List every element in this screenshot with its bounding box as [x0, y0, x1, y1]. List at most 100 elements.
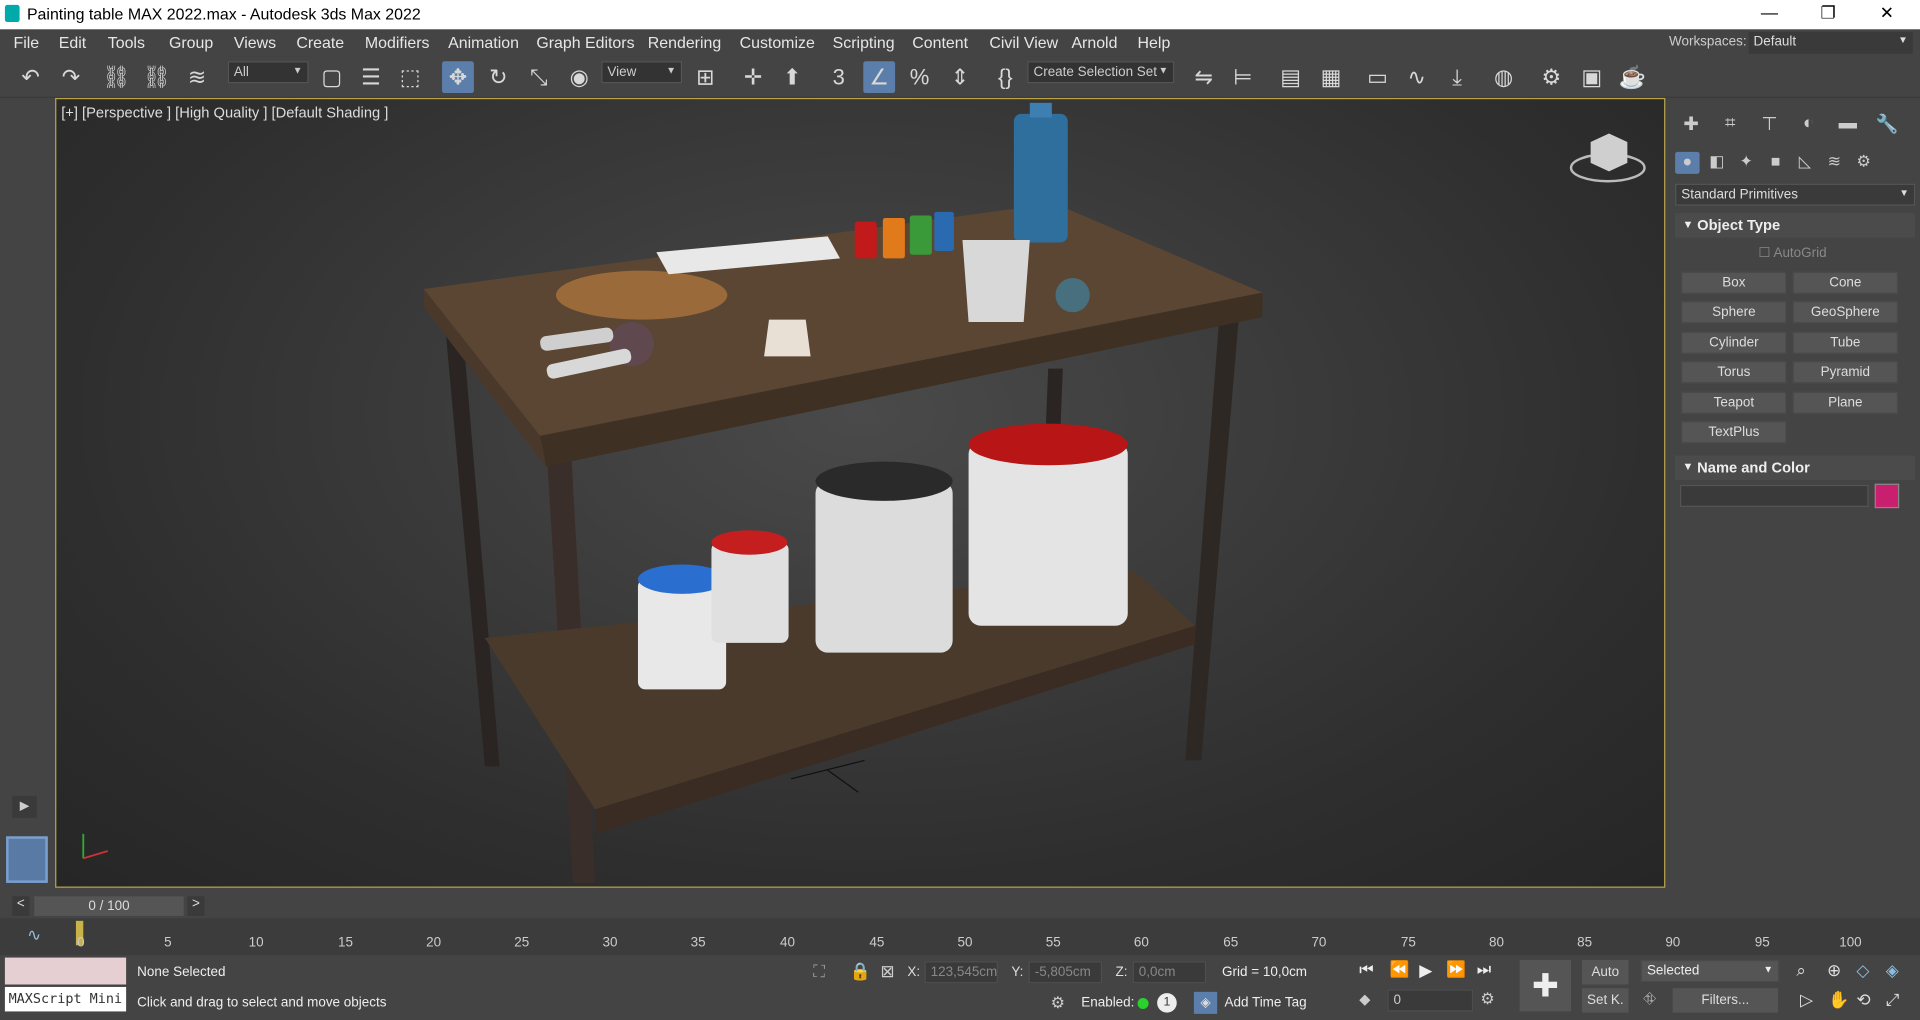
systems-icon[interactable]: ⚙	[1851, 152, 1875, 174]
sphere-button[interactable]: Sphere	[1681, 301, 1787, 324]
tube-button[interactable]: Tube	[1792, 331, 1898, 354]
next-frame-icon[interactable]: ⏩	[1446, 960, 1466, 980]
render-setup-icon[interactable]: ⚙	[1536, 61, 1568, 93]
menu-rendering[interactable]: Rendering	[648, 33, 721, 51]
workspaces-dropdown[interactable]: Default ▼	[1748, 31, 1913, 54]
align-icon[interactable]: ⊨	[1227, 61, 1259, 93]
pan-view-icon[interactable]: ✋	[1828, 989, 1849, 1010]
plane-button[interactable]: Plane	[1792, 391, 1898, 414]
maxscript-listener[interactable]	[4, 957, 127, 985]
track-bar[interactable]: ∿ 0 5 10 15 20 25 30 35 40 45 50 55 60 6…	[0, 918, 1920, 956]
curve-editor-icon[interactable]: ∿	[1401, 61, 1433, 93]
curve-editor-mini-icon[interactable]: ∿	[27, 924, 41, 945]
menu-arnold[interactable]: Arnold	[1071, 33, 1117, 51]
close-button[interactable]: ✕	[1859, 2, 1915, 26]
minimize-button[interactable]: —	[1741, 2, 1797, 26]
menu-graph-editors[interactable]: Graph Editors	[536, 33, 634, 51]
named-selection-sets-dropdown[interactable]: Create Selection Set ▼	[1027, 61, 1175, 84]
select-object-icon[interactable]: ▢	[316, 61, 348, 93]
object-type-rollout[interactable]: ▼ Object Type	[1675, 213, 1916, 238]
time-tag-icon[interactable]: ◈	[1193, 991, 1218, 1014]
helpers-icon[interactable]: ◺	[1793, 152, 1817, 174]
previous-frame-icon[interactable]: ⏪	[1390, 960, 1410, 980]
prev-frame-button[interactable]: <	[12, 896, 30, 916]
set-key-icon[interactable]: ✚	[1519, 960, 1572, 1012]
category-dropdown[interactable]: Standard Primitives ▼	[1675, 183, 1916, 206]
scene-explorer-icon[interactable]: ▤	[1275, 61, 1307, 93]
teapot-button[interactable]: Teapot	[1681, 391, 1787, 414]
material-editor-icon[interactable]: ◍	[1488, 61, 1520, 93]
maxscript-mini-input[interactable]: MAXScript Mini	[4, 986, 127, 1012]
box-button[interactable]: Box	[1681, 271, 1787, 294]
set-key-button[interactable]: Set K.	[1582, 988, 1629, 1013]
key-filter-dropdown[interactable]: Selected ▼	[1640, 960, 1780, 983]
adaptive-degradation-icon[interactable]: ⚙	[1051, 993, 1065, 1013]
current-frame-field[interactable]: 0	[1387, 989, 1474, 1012]
menu-customize[interactable]: Customize	[740, 33, 815, 51]
modify-tab-icon[interactable]: ⌗	[1717, 113, 1744, 137]
select-and-place-icon[interactable]: ◉	[563, 61, 595, 93]
layer-explorer-icon[interactable]: ▦	[1315, 61, 1347, 93]
rendered-frame-window-icon[interactable]: ▣	[1576, 61, 1608, 93]
keyboard-shortcut-override-icon[interactable]: ⬆	[776, 61, 808, 93]
manipulate-icon[interactable]: ✛	[737, 61, 769, 93]
rectangular-selection-icon[interactable]: ⬚	[394, 61, 426, 93]
menu-help[interactable]: Help	[1138, 33, 1171, 51]
reference-coordinate-dropdown[interactable]: View ▼	[601, 61, 683, 84]
absolute-mode-icon[interactable]: ⊠	[880, 961, 894, 982]
spinner-snap-icon[interactable]: ⇕	[944, 61, 976, 93]
orbit-icon[interactable]: ⟲	[1856, 989, 1870, 1010]
space-warps-icon[interactable]: ≋	[1822, 152, 1846, 174]
add-time-tag[interactable]: Add Time Tag	[1225, 996, 1307, 1011]
auto-key-button[interactable]: Auto	[1582, 960, 1629, 985]
menu-edit[interactable]: Edit	[59, 33, 86, 51]
geometry-icon[interactable]: ●	[1675, 151, 1700, 174]
cameras-icon[interactable]: ■	[1763, 152, 1787, 174]
motion-tab-icon[interactable]: ◐	[1795, 113, 1822, 137]
select-and-scale-icon[interactable]: ⤡	[523, 61, 555, 93]
go-to-start-icon[interactable]: ⏮	[1359, 960, 1373, 980]
lights-icon[interactable]: ✦	[1734, 152, 1758, 174]
menu-modifiers[interactable]: Modifiers	[365, 33, 430, 51]
cone-button[interactable]: Cone	[1792, 271, 1898, 294]
redo-icon[interactable]: ↷	[55, 61, 87, 93]
isolate-selection-icon[interactable]: ⛶	[813, 961, 825, 982]
pyramid-button[interactable]: Pyramid	[1792, 361, 1898, 384]
x-coordinate-field[interactable]: 123,545cm	[924, 961, 998, 984]
shapes-icon[interactable]: ◧	[1705, 152, 1729, 174]
unlink-icon[interactable]: ⛓	[141, 61, 173, 93]
angle-snap-icon[interactable]: ∠	[863, 61, 896, 94]
z-coordinate-field[interactable]: 0,0cm	[1132, 961, 1207, 984]
snaps-toggle-icon[interactable]: 3	[823, 61, 855, 93]
pivot-point-icon[interactable]: ⊞	[689, 61, 721, 93]
undo-icon[interactable]: ↶	[15, 61, 47, 93]
maximize-viewport-icon[interactable]: ⤢	[1886, 989, 1900, 1010]
go-to-end-icon[interactable]: ⏭	[1477, 960, 1491, 980]
display-tab-icon[interactable]: ▬	[1834, 113, 1861, 137]
menu-views[interactable]: Views	[234, 33, 276, 51]
menu-animation[interactable]: Animation	[448, 33, 519, 51]
restore-button[interactable]: ❐	[1800, 2, 1856, 26]
y-coordinate-field[interactable]: -5,805cm	[1028, 961, 1103, 984]
time-slider[interactable]: < 0 / 100 >	[0, 893, 1920, 919]
select-and-rotate-icon[interactable]: ↻	[482, 61, 514, 93]
geosphere-button[interactable]: GeoSphere	[1792, 301, 1898, 324]
enabled-indicator[interactable]	[1137, 997, 1149, 1009]
cylinder-button[interactable]: Cylinder	[1681, 331, 1787, 354]
selection-filter-dropdown[interactable]: All ▼	[227, 61, 309, 84]
frame-counter[interactable]: 0 / 100	[34, 896, 184, 916]
schematic-view-icon[interactable]: ⤓	[1441, 61, 1473, 93]
render-production-icon[interactable]: ☕	[1616, 61, 1648, 93]
create-tab-icon[interactable]: ✚	[1678, 113, 1705, 137]
key-mode-icon[interactable]: ⛗	[1643, 989, 1656, 1009]
zoom-all-icon[interactable]: ⊕	[1827, 960, 1841, 981]
toggle-ribbon-icon[interactable]: ▭	[1362, 61, 1394, 93]
menu-tools[interactable]: Tools	[108, 33, 145, 51]
selection-lock-icon[interactable]: 🔒	[850, 961, 871, 982]
hierarchy-tab-icon[interactable]: ⊤	[1756, 113, 1783, 137]
menu-file[interactable]: File	[13, 33, 39, 51]
info-icon[interactable]: 1	[1157, 993, 1177, 1013]
menu-create[interactable]: Create	[296, 33, 344, 51]
textplus-button[interactable]: TextPlus	[1681, 421, 1787, 444]
edit-named-selection-icon[interactable]: {}	[989, 61, 1021, 93]
